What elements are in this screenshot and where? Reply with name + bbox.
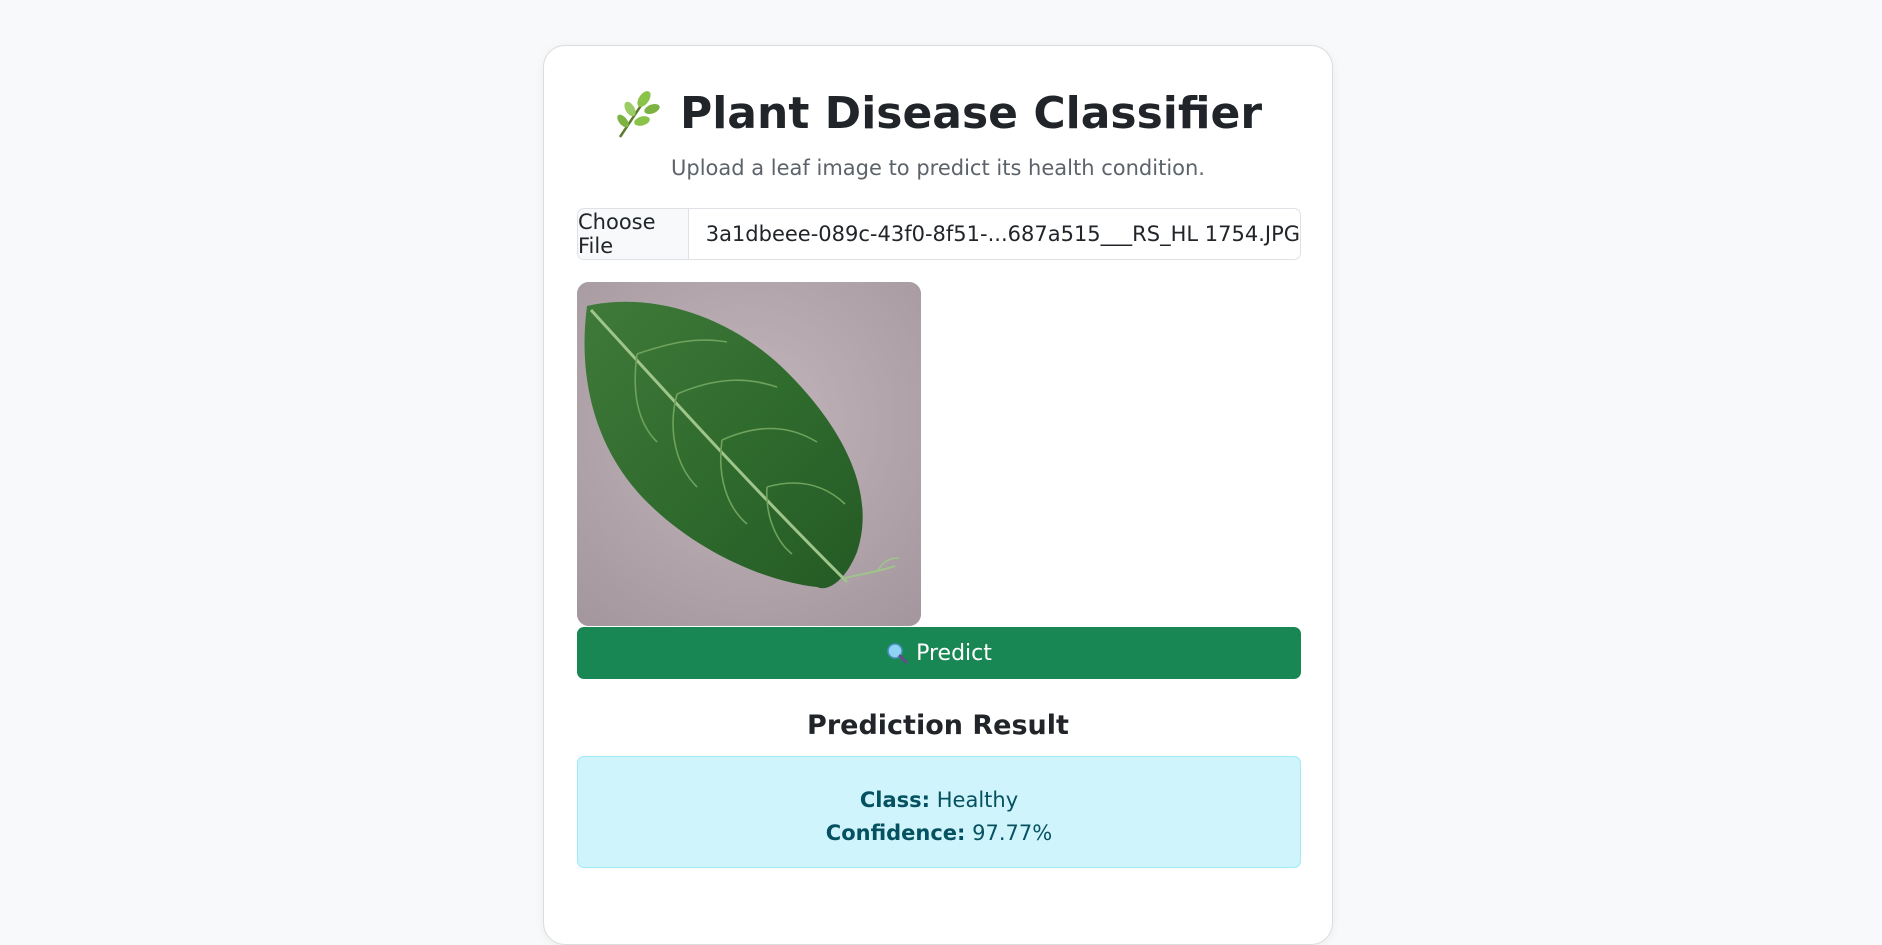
page-subtitle: Upload a leaf image to predict its healt…	[671, 156, 1205, 180]
class-value: Healthy	[936, 788, 1019, 812]
classifier-card: Plant Disease Classifier Upload a leaf i…	[543, 45, 1333, 945]
result-heading: Prediction Result	[807, 710, 1069, 741]
herb-icon	[614, 87, 660, 141]
confidence-label: Confidence:	[825, 821, 966, 845]
choose-file-button[interactable]: Choose File	[578, 209, 689, 259]
result-confidence-row: Confidence: 97.77%	[578, 817, 1300, 850]
confidence-value: 97.77%	[972, 821, 1053, 845]
predict-button-label: Predict	[916, 640, 992, 666]
file-input[interactable]: Choose File 3a1dbeee-089c-43f0-8f51-...6…	[577, 208, 1301, 260]
class-label: Class:	[859, 788, 931, 812]
magnifier-icon	[886, 642, 908, 664]
result-panel: Class: Healthy Confidence: 97.77%	[577, 756, 1301, 868]
result-class-row: Class: Healthy	[578, 784, 1300, 817]
predict-button[interactable]: Predict	[577, 627, 1301, 679]
page-title: Plant Disease Classifier	[679, 88, 1263, 139]
leaf-image-preview	[577, 282, 921, 626]
title-row: Plant Disease Classifier	[544, 84, 1332, 144]
selected-file-name: 3a1dbeee-089c-43f0-8f51-...687a515___RS_…	[705, 222, 1300, 246]
